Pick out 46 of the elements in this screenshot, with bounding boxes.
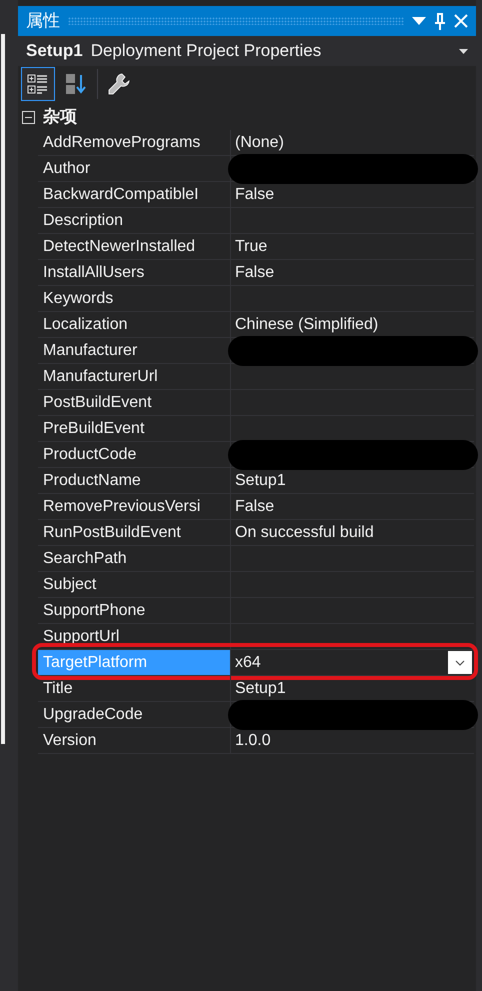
collapse-icon[interactable] <box>22 110 35 124</box>
window-title: 属性 <box>26 10 60 32</box>
property-value: Setup1 <box>235 678 286 698</box>
property-name[interactable]: SearchPath <box>38 546 231 571</box>
property-name[interactable]: Keywords <box>38 286 231 311</box>
property-value: False <box>235 184 274 204</box>
property-value: True <box>235 236 268 256</box>
property-value: On successful build <box>235 522 374 542</box>
property-name[interactable]: ManufacturerUrl <box>38 364 231 389</box>
property-name[interactable]: InstallAllUsers <box>38 260 231 285</box>
property-name[interactable]: PreBuildEvent <box>38 416 231 441</box>
property-name[interactable]: SupportPhone <box>38 598 231 623</box>
object-type: Deployment Project Properties <box>90 40 322 62</box>
property-value: Setup1 <box>235 470 286 490</box>
property-name[interactable]: SupportUrl <box>38 624 231 649</box>
property-name[interactable]: Version <box>38 728 231 753</box>
toolbar-button[interactable] <box>21 67 55 101</box>
property-name[interactable]: ProductName <box>38 468 231 493</box>
caret-icon <box>459 48 468 54</box>
object-selector[interactable]: Setup1 Deployment Project Properties <box>18 36 476 66</box>
property-name[interactable]: RemovePreviousVersi <box>38 494 231 519</box>
dropdown-icon[interactable] <box>412 17 426 25</box>
object-name: Setup1 <box>26 40 83 62</box>
property-value: Chinese (Simplified) <box>235 314 378 334</box>
property-name[interactable]: BackwardCompatibleI <box>38 182 231 207</box>
wrench-icon <box>107 72 131 96</box>
categorized-icon <box>26 72 50 96</box>
close-icon[interactable] <box>454 14 468 28</box>
property-name[interactable]: Description <box>38 208 231 233</box>
property-name[interactable]: Subject <box>38 572 231 597</box>
property-value: 1.0.0 <box>235 730 271 750</box>
category-label: 杂项 <box>43 106 77 128</box>
property-name[interactable]: Title <box>38 676 231 701</box>
property-name[interactable]: AddRemovePrograms <box>38 130 231 155</box>
property-value[interactable]: x64 <box>235 650 261 674</box>
property-name[interactable]: Localization <box>38 312 231 337</box>
property-value: False <box>235 262 274 282</box>
property-value: False <box>235 496 274 516</box>
dropdown-button[interactable] <box>448 651 472 674</box>
pin-icon[interactable] <box>434 12 446 30</box>
sort-icon <box>64 72 88 96</box>
property-name[interactable]: PostBuildEvent <box>38 390 231 415</box>
property-name[interactable]: DetectNewerInstalled <box>38 234 231 259</box>
property-name[interactable]: RunPostBuildEvent <box>38 520 231 545</box>
chevron-icon <box>455 660 465 666</box>
property-value: (None) <box>235 132 284 152</box>
